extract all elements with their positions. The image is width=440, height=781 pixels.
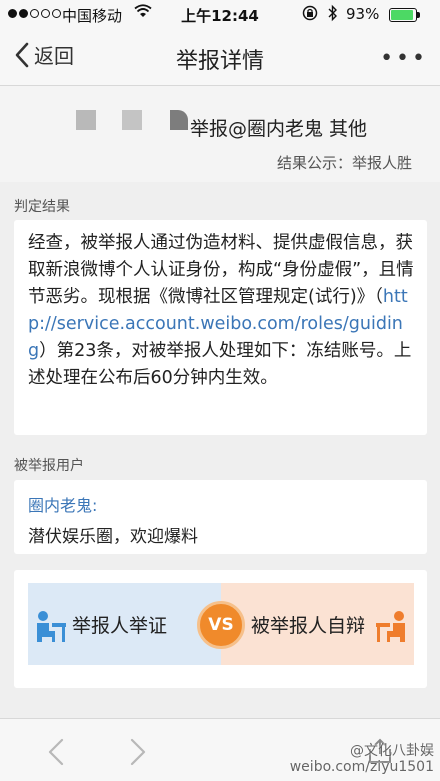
reported-user-card[interactable]: 圈内老鬼: 潜伏娱乐圈，欢迎爆料 [14,480,427,554]
result-public: 结果公示：举报人胜 [276,154,412,172]
nav-bar: 返回 举报详情 ••• [0,30,440,86]
section-label-verdict: 判定结果 [14,199,70,215]
person-desk-icon [374,609,408,647]
reported-defense-label: 被举报人自辩 [251,615,366,637]
verdict-text-part2: ）第23条，对被举报人处理如下：冻结账号。上述处理在公布后60分钟内生效。 [28,341,412,388]
blurred-avatar [170,110,188,130]
toolbar-forward-icon[interactable] [128,737,148,771]
report-header: 举报@圈内老鬼 其他 结果公示：举报人胜 [0,86,440,182]
battery-icon [389,8,420,22]
report-title: 举报@圈内老鬼 其他 [190,118,368,140]
versus-bar: 举报人举证 被举报人自辩 VS [28,583,414,665]
section-label-reported-user: 被举报用户 [14,458,84,474]
watermark-line1: @文化八卦娱 [350,743,434,759]
verdict-text-part1: 经查，被举报人通过伪造材料、提供虚假信息，获取新浪微博个人认证身份，构成“身份虚… [28,233,414,307]
reported-user-description: 潜伏娱乐圈，欢迎爆料 [28,527,198,547]
blurred-avatar [122,110,142,130]
reporter-evidence-button[interactable]: 举报人举证 [28,583,221,665]
versus-card: 举报人举证 被举报人自辩 VS [14,570,427,688]
reporter-evidence-label: 举报人举证 [72,615,168,637]
blurred-avatar [76,110,96,130]
person-desk-icon [34,609,68,647]
lock-rotation-icon [302,4,318,26]
bluetooth-icon [328,4,338,26]
reported-defense-button[interactable]: 被举报人自辩 [221,583,414,665]
verdict-text: 经查，被举报人通过伪造材料、提供虚假信息，获取新浪微博个人认证身份，构成“身份虚… [28,230,415,392]
status-bar: 中国移动 上午12:44 93% [0,0,440,30]
reported-user-name[interactable]: 圈内老鬼: [28,492,413,516]
battery-percent: 93% [346,5,380,23]
verdict-card: 经查，被举报人通过伪造材料、提供虚假信息，获取新浪微博个人认证身份，构成“身份虚… [14,220,427,435]
watermark-line2: weibo.com/ziyu1501 [289,759,434,775]
more-icon[interactable]: ••• [380,46,428,71]
vs-badge: VS [197,601,245,649]
bottom-toolbar: @文化八卦娱 weibo.com/ziyu1501 [0,718,440,781]
toolbar-back-icon[interactable] [46,737,66,771]
page-title: 举报详情 [175,49,264,74]
watermark: @文化八卦娱 weibo.com/ziyu1501 [290,743,434,775]
